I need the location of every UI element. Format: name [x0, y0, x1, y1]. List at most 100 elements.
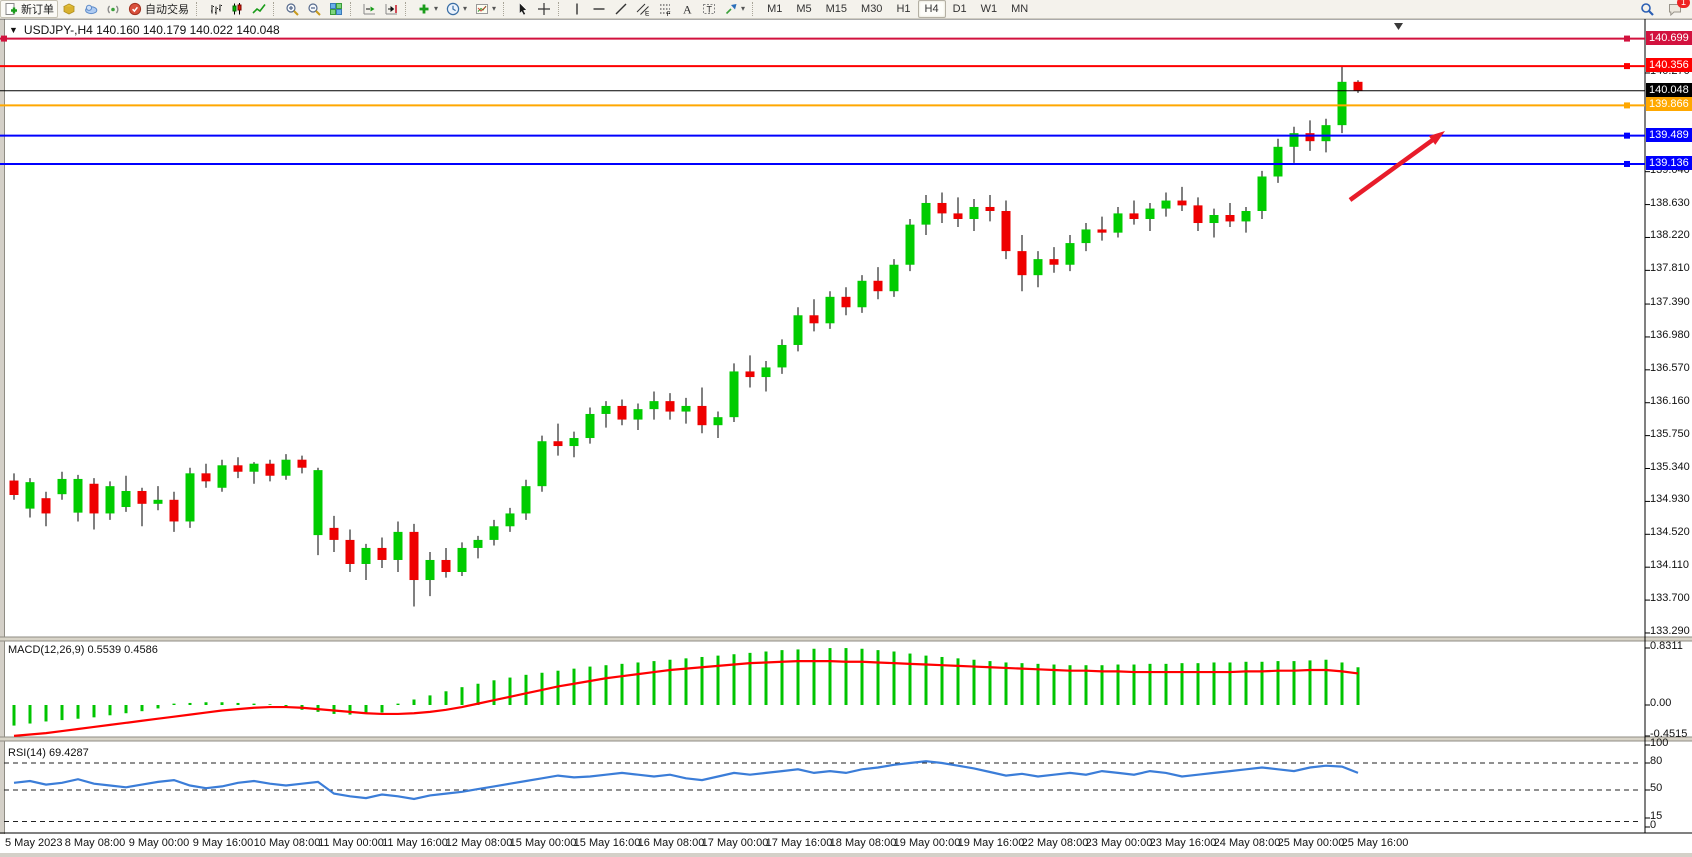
cursor-button[interactable] [511, 0, 533, 18]
candle [906, 225, 915, 265]
price-tag-139.489: 139.489 [1646, 128, 1692, 142]
candle [426, 560, 435, 580]
toolbar-separator [350, 2, 354, 16]
price-tick-label: 134.520 [1650, 526, 1690, 538]
time-label: 15 May 00:00 [510, 837, 577, 849]
label-icon: T [702, 2, 716, 16]
time-label: 16 May 08:00 [638, 837, 705, 849]
new-order-icon [4, 2, 18, 16]
candle [810, 315, 819, 323]
periods-button[interactable]: ▾ [442, 0, 471, 18]
time-label: 9 May 00:00 [129, 837, 190, 849]
tf-m30-button[interactable]: M30 [854, 0, 889, 18]
periods-icon [446, 2, 460, 16]
chart-shift-marker[interactable] [1394, 23, 1403, 30]
new-order-button[interactable]: 新订单 [0, 0, 58, 18]
time-label: 25 May 00:00 [1278, 837, 1345, 849]
tf-w1-button[interactable]: W1 [974, 0, 1005, 18]
chart-canvas[interactable] [0, 18, 1692, 857]
text-button[interactable]: A [676, 0, 698, 18]
chevron-down-icon[interactable]: ▼ [9, 25, 18, 35]
channel-button[interactable]: E [632, 0, 654, 18]
arrows-button[interactable]: ▾ [720, 0, 749, 18]
auto-scroll-icon [362, 2, 376, 16]
candle [106, 486, 115, 513]
candle [1226, 215, 1235, 221]
candle [346, 540, 355, 564]
tf-d1-label: D1 [953, 3, 967, 15]
time-label: 19 May 16:00 [958, 837, 1025, 849]
candle [1050, 259, 1059, 265]
candle [506, 513, 515, 526]
candle [698, 406, 707, 425]
time-label: 10 May 08:00 [254, 837, 321, 849]
autotrading-button[interactable]: 自动交易 [124, 0, 193, 18]
virtual-hosting-button[interactable] [80, 0, 102, 18]
tf-m1-button[interactable]: M1 [760, 0, 789, 18]
tf-h4-button[interactable]: H4 [918, 0, 946, 18]
chart-shift-button[interactable] [380, 0, 402, 18]
time-label: 11 May 16:00 [382, 837, 448, 849]
signals-button[interactable] [102, 0, 124, 18]
templates-button[interactable]: ▾ [471, 0, 500, 18]
indicators-button[interactable]: ▾ [413, 0, 442, 18]
trendline-button[interactable] [610, 0, 632, 18]
metaeditor-button[interactable] [58, 0, 80, 18]
candle [1146, 209, 1155, 219]
tf-h4-label: H4 [925, 3, 939, 15]
svg-text:A: A [683, 3, 692, 17]
indicators-icon [417, 2, 431, 16]
label-button[interactable]: T [698, 0, 720, 18]
tile-windows-button[interactable] [325, 0, 347, 18]
auto-scroll-button[interactable] [358, 0, 380, 18]
rsi-axis-label: 0 [1650, 819, 1656, 831]
time-label: 12 May 08:00 [446, 837, 513, 849]
vline-button[interactable] [566, 0, 588, 18]
price-axis[interactable]: 140.270139.040138.630138.220137.810137.3… [1646, 19, 1692, 834]
candle [634, 409, 643, 419]
price-tick-label: 137.390 [1650, 296, 1690, 308]
price-tag-140.048: 140.048 [1646, 83, 1692, 97]
price-tick-label: 134.930 [1650, 493, 1690, 505]
tf-m15-button[interactable]: M15 [819, 0, 854, 18]
chart-line-button[interactable] [248, 0, 270, 18]
svg-text:F: F [667, 11, 671, 16]
hline-button[interactable] [588, 0, 610, 18]
annotation-arrow[interactable] [1350, 138, 1435, 200]
autotrading-label: 自动交易 [145, 1, 189, 17]
toolbar-right: 1 [1636, 0, 1692, 18]
tf-m5-button[interactable]: M5 [789, 0, 818, 18]
tf-h1-button[interactable]: H1 [889, 0, 917, 18]
zoom-out-icon [307, 2, 321, 16]
search-button[interactable] [1636, 0, 1658, 18]
candle [954, 213, 963, 219]
rsi-axis-label: 50 [1650, 782, 1662, 794]
price-tick-label: 136.570 [1650, 362, 1690, 374]
chart-bars-button[interactable] [204, 0, 226, 18]
fibonacci-button[interactable]: F [654, 0, 676, 18]
zoom-out-button[interactable] [303, 0, 325, 18]
text-icon: A [680, 2, 694, 16]
candle [1322, 125, 1331, 141]
tf-mn-button[interactable]: MN [1004, 0, 1035, 18]
chart-candles-button[interactable] [226, 0, 248, 18]
zoom-in-button[interactable] [281, 0, 303, 18]
time-label: 9 May 16:00 [193, 837, 254, 849]
time-axis[interactable]: 5 May 20238 May 08:009 May 00:009 May 16… [0, 834, 1692, 853]
toolbar-separator [752, 2, 756, 16]
tf-d1-button[interactable]: D1 [946, 0, 974, 18]
time-label: 15 May 16:00 [574, 837, 641, 849]
chevron-down-icon: ▾ [463, 5, 467, 13]
rsi-label: RSI(14) 69.4287 [8, 747, 89, 759]
candle [1034, 259, 1043, 275]
hline-icon [592, 2, 606, 16]
candle [842, 297, 851, 307]
candle [474, 540, 483, 548]
zoom-in-icon [285, 2, 299, 16]
rsi-axis-label: 100 [1650, 737, 1668, 749]
crosshair-button[interactable] [533, 0, 555, 18]
signals-icon [106, 2, 120, 16]
rsi-axis-label: 80 [1650, 755, 1662, 767]
chat-button[interactable]: 1 [1664, 0, 1686, 18]
toolbar-separator [196, 2, 200, 16]
